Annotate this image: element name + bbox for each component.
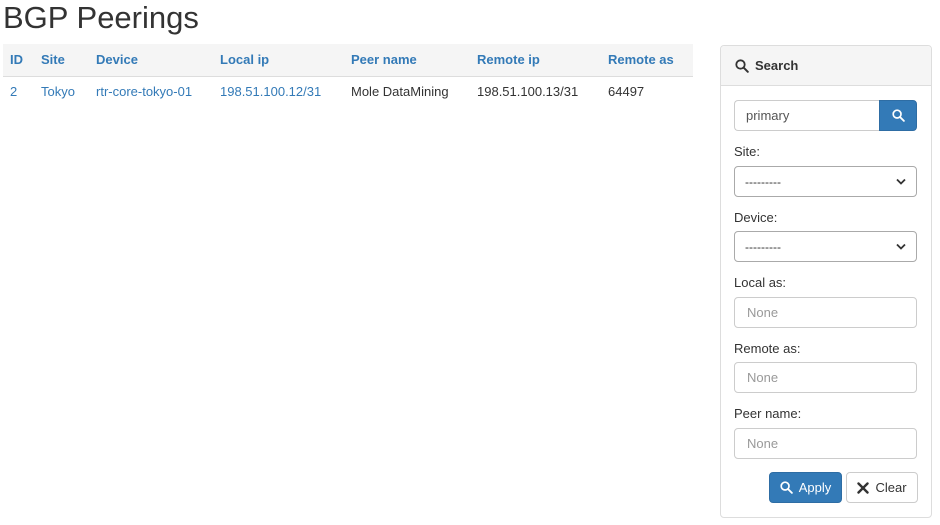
bgp-peerings-table: ID Site Device Local ip Peer name Remote…	[3, 44, 693, 107]
site-link[interactable]: Tokyo	[41, 84, 75, 99]
column-header-remote-as[interactable]: Remote as	[601, 44, 693, 77]
column-header-local-ip[interactable]: Local ip	[213, 44, 344, 77]
device-select-value: ---------	[745, 239, 781, 254]
search-panel-title: Search	[755, 58, 799, 73]
column-header-site[interactable]: Site	[34, 44, 89, 77]
table-row: 2 Tokyo rtr-core-tokyo-01 198.51.100.12/…	[3, 76, 693, 107]
search-panel: Search primary Site: --------- Device: -…	[720, 45, 932, 518]
column-header-id[interactable]: ID	[3, 44, 34, 77]
cell-id[interactable]: 2	[3, 76, 34, 107]
cell-device[interactable]: rtr-core-tokyo-01	[89, 76, 213, 107]
apply-button-label: Apply	[798, 480, 832, 495]
clear-button[interactable]: Clear	[846, 472, 918, 503]
cell-peer-name: Mole DataMining	[351, 84, 449, 100]
table-header-row: ID Site Device Local ip Peer name Remote…	[3, 44, 693, 77]
cell-remote-ip: 198.51.100.13/31	[477, 84, 579, 100]
clear-button-label: Clear	[875, 480, 907, 495]
close-icon	[857, 481, 870, 494]
column-header-peer-name[interactable]: Peer name	[344, 44, 470, 77]
search-panel-heading: Search	[721, 46, 931, 86]
cell-remote-as: 64497	[608, 84, 645, 100]
site-select[interactable]: ---------	[734, 166, 917, 197]
query-input[interactable]: primary	[734, 100, 879, 131]
page-title: BGP Peerings	[3, 0, 199, 35]
chevron-down-icon	[896, 243, 906, 250]
peer-name-label: Peer name:	[734, 406, 802, 421]
peering-id-link[interactable]: 2	[10, 84, 17, 99]
cell-site[interactable]: Tokyo	[34, 76, 89, 107]
column-header-device[interactable]: Device	[89, 44, 213, 77]
remote-as-input[interactable]: None	[734, 362, 917, 393]
device-label: Device:	[734, 210, 778, 225]
site-select-value: ---------	[745, 174, 781, 189]
chevron-down-icon	[896, 178, 906, 185]
search-icon	[780, 481, 793, 494]
local-ip-link[interactable]: 198.51.100.12/31	[220, 84, 321, 99]
device-select[interactable]: ---------	[734, 231, 917, 262]
query-search-button[interactable]	[879, 100, 917, 131]
search-icon	[735, 58, 749, 73]
peer-name-input[interactable]: None	[734, 428, 917, 459]
apply-button[interactable]: Apply	[769, 472, 842, 503]
column-header-remote-ip[interactable]: Remote ip	[470, 44, 601, 77]
cell-local-ip[interactable]: 198.51.100.12/31	[213, 76, 344, 107]
search-icon	[891, 109, 905, 122]
local-as-label: Local as:	[734, 275, 787, 290]
device-link[interactable]: rtr-core-tokyo-01	[96, 84, 192, 99]
remote-as-label: Remote as:	[734, 341, 801, 356]
query-group: primary	[734, 100, 917, 131]
local-as-input[interactable]: None	[734, 297, 917, 328]
site-label: Site:	[734, 144, 761, 159]
